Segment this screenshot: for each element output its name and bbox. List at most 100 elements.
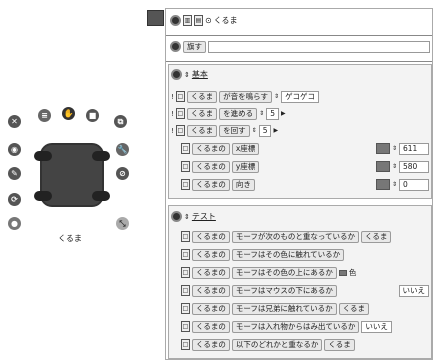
object-icon: □ [175,125,185,136]
object-icon: □ [181,161,190,172]
eye-icon[interactable]: ⊙ [205,16,212,25]
basic-value[interactable]: 580 [399,160,429,173]
basic-arg[interactable]: ゲコゲコ [281,90,320,103]
category-arrows-icon[interactable]: ⇕ [184,213,190,221]
paint-icon[interactable]: ✎ [8,167,21,180]
object-icon: □ [175,91,185,102]
empty-script-tile[interactable]: 旗す [183,40,206,53]
test-verb[interactable]: モーフは入れ物からはみ出ているか [231,320,360,333]
basic-verb[interactable]: が音を鳴らす [219,90,273,103]
menu-icon[interactable]: ≡ [38,109,51,122]
test-subject[interactable]: くるまの [192,320,230,333]
copy-icon[interactable]: ⧉ [114,115,127,128]
test-arg[interactable]: 色 [349,267,357,278]
test-subject[interactable]: くるまの [192,248,230,261]
test-subject[interactable]: くるまの [192,230,230,243]
arrows-icon[interactable]: ⇕ [392,145,397,152]
bang-icon[interactable]: ! [171,110,174,118]
tool-icon[interactable]: 🔧 [116,143,129,156]
basic-value[interactable]: 0 [399,178,429,191]
test-row-4: □ くるまの モーフはマウスの下にあるか いいえ [181,284,429,297]
test-subject[interactable]: くるまの [192,284,230,297]
play-icon[interactable]: ▶ [273,127,278,134]
test-row-2: □ くるまの モーフはその色に触れているか [181,248,345,261]
test-subject[interactable]: くるまの [192,338,230,351]
basic-title[interactable]: 基本 [192,69,208,80]
car-sprite[interactable] [34,143,110,207]
basic-subject[interactable]: くるまの [192,142,230,155]
test-arg[interactable]: くるま [338,302,370,315]
basic-arg[interactable]: 5 [258,124,272,137]
test-verb[interactable]: モーフはその色の上にあるか [231,266,337,279]
color-icon[interactable]: ● [8,217,21,230]
drag-icon[interactable]: ■ [86,109,99,122]
object-halo: ✕ ≡ ✋ ■ ⧉ ◉ 🔧 ✎ ⊘ ⟳ ⤡ ● くるま [0,105,150,255]
basic-verb[interactable]: x座標 [231,142,260,155]
object-icon: □ [175,108,185,119]
basic-verb[interactable]: 向き [231,178,255,191]
test-verb[interactable]: 以下のどれかと重なるか [231,338,323,351]
basic-subject[interactable]: くるま [186,107,218,120]
arrows-icon[interactable]: ⇕ [252,127,257,134]
basic-verb[interactable]: を進める [219,107,258,120]
play-icon[interactable]: ▶ [281,110,286,117]
test-arg[interactable]: いいえ [398,284,429,297]
test-arg[interactable]: くるま [361,230,392,243]
arrow-handle[interactable] [375,179,390,190]
basic-arg[interactable]: 5 [266,107,279,120]
basic-verb[interactable]: を回す [219,124,250,137]
basic-value[interactable]: 611 [399,142,429,155]
tiles-icon[interactable]: ▥ [183,15,192,26]
test-subject[interactable]: くるまの [192,302,230,315]
test-row-6: □ くるまの モーフは入れ物からはみ出ているか いいえ [181,320,429,333]
basic-subject[interactable]: くるま [186,124,218,137]
arrows-icon[interactable]: ⇕ [392,181,397,188]
viewer-panel: ▥ ▤ ⊙ くるま 旗す ⇕ 基本 ! □ くるま が音を鳴らす ⇕ ゲコゲコ … [165,8,433,360]
close-icon[interactable]: ✕ [8,115,21,128]
arrows-icon[interactable]: ⇕ [274,93,279,100]
viewer-header: ▥ ▤ ⊙ くるま [170,14,430,27]
collapse-icon[interactable]: ⊘ [116,167,129,180]
test-verb[interactable]: モーフは兄弟に触れているか [231,302,337,315]
object-icon: □ [181,267,190,278]
arrows-icon[interactable]: ⇕ [259,110,264,117]
test-header: ⇕ テスト [171,210,216,223]
basic-row-4: □ くるまの x座標 ⇕ 611 [181,142,429,155]
test-verb[interactable]: モーフが次のものと重なっているか [231,230,360,243]
menu-icon[interactable] [170,15,181,26]
object-icon: □ [181,321,190,332]
resize-icon[interactable]: ⤡ [116,217,129,230]
script-icon[interactable]: ▤ [194,15,203,26]
rotate-icon[interactable]: ⟳ [8,193,21,206]
bang-icon[interactable]: ! [171,127,174,135]
test-arg[interactable]: くるま [324,338,355,351]
object-icon: □ [181,231,190,242]
arrow-handle[interactable] [375,161,390,172]
basic-subject[interactable]: くるまの [192,160,230,173]
category-arrows-icon[interactable]: ⇕ [184,71,190,79]
object-name[interactable]: くるま [214,15,238,26]
test-row-7: □ くるまの 以下のどれかと重なるか くるま [181,338,355,351]
basic-verb[interactable]: y座標 [231,160,260,173]
script-field[interactable] [208,40,430,53]
viewer-icon[interactable]: ◉ [8,143,21,156]
script-menu-icon[interactable] [170,41,181,52]
category-menu-icon[interactable] [171,69,182,80]
color-swatch[interactable] [338,269,347,276]
basic-subject[interactable]: くるまの [192,178,230,191]
category-menu-icon[interactable] [171,211,182,222]
basic-subject[interactable]: くるま [186,90,218,103]
arrow-handle[interactable] [375,143,390,154]
arrows-icon[interactable]: ⇕ [392,163,397,170]
test-verb[interactable]: モーフはその色に触れているか [231,248,345,261]
test-arg[interactable]: いいえ [361,320,392,333]
viewer-label: くるま [58,234,82,243]
bang-icon[interactable]: ! [171,93,174,101]
object-icon: □ [181,285,190,296]
viewer-thumbnail[interactable] [147,10,164,26]
grab-icon[interactable]: ✋ [62,107,75,120]
test-subject[interactable]: くるまの [192,266,230,279]
test-row-1: □ くるまの モーフが次のものと重なっているか くるま [181,230,392,243]
test-title[interactable]: テスト [192,211,216,222]
test-verb[interactable]: モーフはマウスの下にあるか [231,284,337,297]
